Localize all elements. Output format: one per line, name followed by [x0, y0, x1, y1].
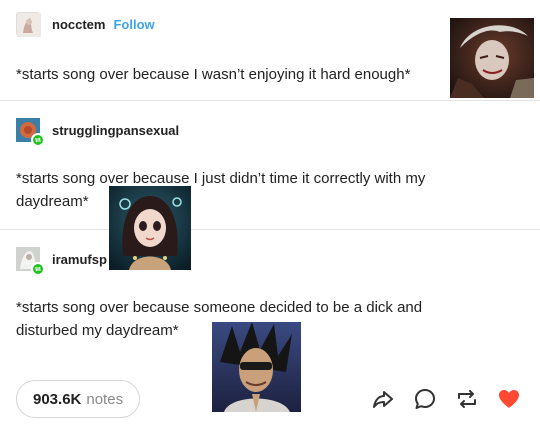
reblog-icon[interactable] [454, 386, 480, 412]
divider [0, 100, 540, 101]
follow-button[interactable]: Follow [113, 17, 154, 32]
notes-label: notes [86, 390, 124, 408]
post-1-text: *starts song over because I wasn’t enjoy… [16, 66, 411, 83]
post-3-username[interactable]: iramufsp [52, 252, 107, 267]
avatar[interactable] [16, 118, 45, 147]
post-actions [370, 386, 522, 412]
like-heart-icon[interactable] [496, 386, 522, 412]
post-2-header: strugglingpansexual [16, 118, 179, 147]
avatar-image [17, 13, 41, 37]
post-2-username[interactable]: strugglingpansexual [52, 123, 179, 138]
post-3-header: iramufsp [16, 247, 107, 276]
notes-count: 903.6K [33, 390, 82, 408]
post-1-header: nocctem Follow [16, 12, 155, 37]
reply-icon[interactable] [412, 386, 438, 412]
divider [0, 229, 540, 230]
post-1-username[interactable]: nocctem [52, 17, 105, 32]
avatar[interactable] [16, 12, 41, 37]
avatar[interactable] [16, 247, 45, 276]
reblog-badge-icon [31, 262, 45, 276]
post-1-image [450, 18, 534, 98]
post-2-text: *starts song over because I just didn’t … [16, 170, 426, 210]
post-3-image [212, 322, 301, 412]
share-icon[interactable] [370, 386, 396, 412]
reblog-badge-icon [31, 133, 45, 147]
post-2-image [109, 186, 191, 270]
notes-button[interactable]: 903.6K notes [16, 380, 141, 418]
